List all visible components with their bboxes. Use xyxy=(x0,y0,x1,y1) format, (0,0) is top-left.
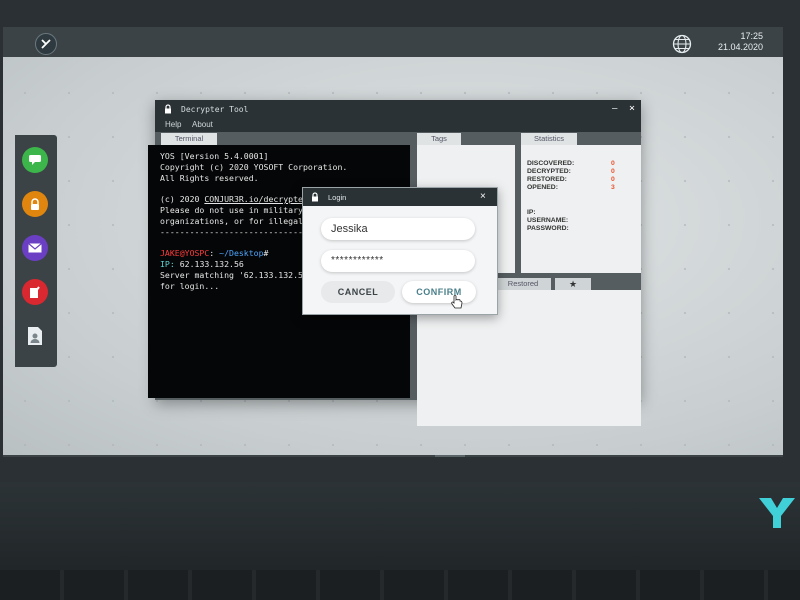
info-ip-label: IP: xyxy=(527,209,536,216)
info-username-label: USERNAME: xyxy=(527,217,569,224)
desktop-screen: 17:25 21.04.2020 Decrypter Tool – × Help xyxy=(3,27,783,457)
login-title: Login xyxy=(328,193,347,202)
tab-tags[interactable]: Tags xyxy=(417,133,461,145)
window-titlebar[interactable]: Decrypter Tool – × xyxy=(155,100,641,118)
top-bar: 17:25 21.04.2020 xyxy=(3,27,783,57)
lock-icon xyxy=(312,192,318,202)
contact-file-icon[interactable] xyxy=(22,323,48,349)
stat-opened-value: 3 xyxy=(611,184,615,191)
taskbar xyxy=(3,455,783,457)
side-dock xyxy=(15,135,57,367)
lock-icon[interactable] xyxy=(22,191,48,217)
stat-decrypted-label: DECRYPTED: xyxy=(527,168,571,175)
tab-restored[interactable]: Restored xyxy=(495,278,551,290)
stat-opened-label: OPENED: xyxy=(527,184,558,191)
tab-terminal[interactable]: Terminal xyxy=(161,133,217,145)
close-icon[interactable]: × xyxy=(480,191,486,202)
menu-help[interactable]: Help xyxy=(165,120,181,129)
tab-favorites[interactable]: ★ xyxy=(555,278,591,290)
stat-restored-label: RESTORED: xyxy=(527,176,567,183)
menu-about[interactable]: About xyxy=(192,120,213,129)
minimize-icon[interactable]: – xyxy=(612,104,617,114)
cancel-button[interactable]: CANCEL xyxy=(321,281,395,303)
clock-time: 17:25 xyxy=(740,31,763,41)
brand-logo-icon xyxy=(759,498,795,528)
chat-icon[interactable] xyxy=(22,147,48,173)
terminal-line: YOS [Version 5.4.0001] xyxy=(160,151,269,161)
stat-discovered-label: DISCOVERED: xyxy=(527,160,575,167)
username-field[interactable]: Jessika xyxy=(321,218,475,240)
login-dialog: Login × Jessika ************ CANCEL CONF… xyxy=(302,187,498,315)
stat-decrypted-value: 0 xyxy=(611,168,615,175)
start-menu-icon[interactable] xyxy=(35,33,57,55)
tab-statistics[interactable]: Statistics xyxy=(521,133,577,145)
terminal-line: All Rights reserved. xyxy=(160,172,259,183)
statistics-panel: DISCOVERED: 0 DECRYPTED: 0 RESTORED: 0 O… xyxy=(521,145,641,273)
clock-date: 21.04.2020 xyxy=(717,42,763,52)
active-task-highlight xyxy=(435,455,465,457)
globe-icon[interactable] xyxy=(672,34,692,54)
mail-icon[interactable] xyxy=(22,235,48,261)
info-password-label: PASSWORD: xyxy=(527,225,569,232)
keyboard xyxy=(0,570,800,600)
stat-discovered-value: 0 xyxy=(611,160,615,167)
stat-restored-value: 0 xyxy=(611,176,615,183)
pointer-cursor-icon xyxy=(451,295,463,309)
clock: 17:25 21.04.2020 xyxy=(703,31,763,53)
window-title: Decrypter Tool xyxy=(181,105,249,114)
notes-icon[interactable] xyxy=(22,279,48,305)
close-icon[interactable]: × xyxy=(629,103,635,114)
password-field[interactable]: ************ xyxy=(321,250,475,272)
confirm-button[interactable]: CONFIRM xyxy=(402,281,476,303)
terminal-line: Copyright (c) 2020 YOSOFT Corporation. xyxy=(160,161,348,172)
menu-bar: Help About xyxy=(155,118,641,132)
lock-icon xyxy=(165,104,171,114)
star-icon: ★ xyxy=(568,279,578,289)
login-titlebar[interactable]: Login × xyxy=(303,188,497,206)
